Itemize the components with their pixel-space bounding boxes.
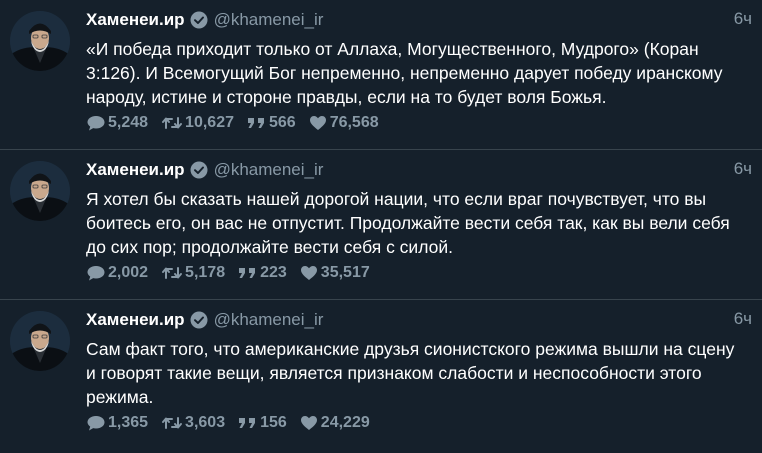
quote-button[interactable]: 223: [238, 264, 287, 282]
quote-count: 156: [260, 414, 287, 431]
quote-count: 223: [260, 264, 287, 281]
reply-button[interactable]: 1,365: [86, 414, 148, 432]
quote-count: 566: [268, 114, 296, 131]
author-handle[interactable]: @khamenei_ir: [214, 160, 324, 180]
reply-count: 5,248: [108, 114, 149, 131]
avatar[interactable]: [10, 11, 70, 71]
retweet-button[interactable]: 5,178: [161, 264, 225, 282]
reply-bubble-icon: [87, 416, 105, 431]
avatar[interactable]: [10, 311, 70, 371]
retweet-button[interactable]: 3,603: [161, 414, 225, 432]
reply-bubble-icon: [87, 116, 105, 131]
tweet[interactable]: Хаменеи.ир @khamenei_ir 6ч Я хотел бы ск…: [0, 150, 762, 300]
quote-icon: [239, 268, 256, 278]
tweet-feed: Хаменеи.ир @khamenei_ir 6ч «И победа при…: [0, 0, 762, 451]
tweet-header: Хаменеи.ир @khamenei_ir: [86, 309, 752, 331]
retweet-icon: [162, 267, 183, 279]
reply-bubble-icon: [87, 266, 105, 281]
quote-button[interactable]: 566: [247, 114, 296, 132]
reply-count: 1,365: [108, 414, 149, 431]
tweet-actions: 1,365 3,603 156 24,229: [86, 414, 383, 432]
author-handle[interactable]: @khamenei_ir: [214, 310, 324, 330]
tweet-text: «И победа приходит только от Аллаха, Мог…: [86, 39, 723, 107]
tweet-actions: 2,002 5,178 223 35,517: [86, 264, 383, 282]
heart-icon: [300, 416, 317, 430]
tweet[interactable]: Хаменеи.ир @khamenei_ir 6ч «И победа при…: [0, 0, 762, 150]
like-count: 35,517: [320, 264, 370, 281]
author-name[interactable]: Хаменеи.ир: [86, 10, 185, 30]
quote-icon: [247, 118, 264, 128]
reply-button[interactable]: 5,248: [86, 114, 148, 132]
retweet-count: 3,603: [185, 414, 226, 431]
tweet-timestamp[interactable]: 6ч: [734, 309, 752, 329]
like-count: 76,568: [329, 114, 379, 131]
like-button[interactable]: 35,517: [300, 264, 370, 282]
reply-button[interactable]: 2,002: [86, 264, 148, 282]
quote-icon: [239, 418, 256, 428]
retweet-button[interactable]: 10,627: [161, 114, 234, 132]
retweet-count: 10,627: [185, 114, 234, 131]
author-name[interactable]: Хаменеи.ир: [86, 310, 185, 330]
reply-count: 2,002: [108, 264, 149, 281]
tweet-header: Хаменеи.ир @khamenei_ir: [86, 159, 752, 181]
tweet-timestamp[interactable]: 6ч: [734, 159, 752, 179]
tweet[interactable]: Хаменеи.ир @khamenei_ir 6ч Сам факт того…: [0, 300, 762, 451]
like-button[interactable]: 76,568: [309, 114, 379, 132]
avatar[interactable]: [10, 161, 70, 221]
author-name[interactable]: Хаменеи.ир: [86, 160, 185, 180]
like-button[interactable]: 24,229: [300, 414, 370, 432]
tweet-actions: 5,248 10,627 566 76,568: [86, 114, 392, 132]
author-handle[interactable]: @khamenei_ir: [214, 10, 324, 30]
verified-badge-icon: [190, 11, 208, 29]
tweet-timestamp[interactable]: 6ч: [734, 9, 752, 29]
verified-badge-icon: [190, 161, 208, 179]
retweet-icon: [162, 417, 183, 429]
retweet-icon: [162, 117, 183, 129]
tweet-text: Сам факт того, что американские друзья с…: [86, 339, 735, 407]
like-count: 24,229: [320, 414, 370, 431]
tweet-text: Я хотел бы сказать нашей дорогой нации, …: [86, 189, 730, 257]
retweet-count: 5,178: [185, 264, 226, 281]
verified-badge-icon: [190, 311, 208, 329]
heart-icon: [309, 116, 326, 130]
tweet-header: Хаменеи.ир @khamenei_ir: [86, 9, 752, 31]
quote-button[interactable]: 156: [238, 414, 287, 432]
heart-icon: [300, 266, 317, 280]
